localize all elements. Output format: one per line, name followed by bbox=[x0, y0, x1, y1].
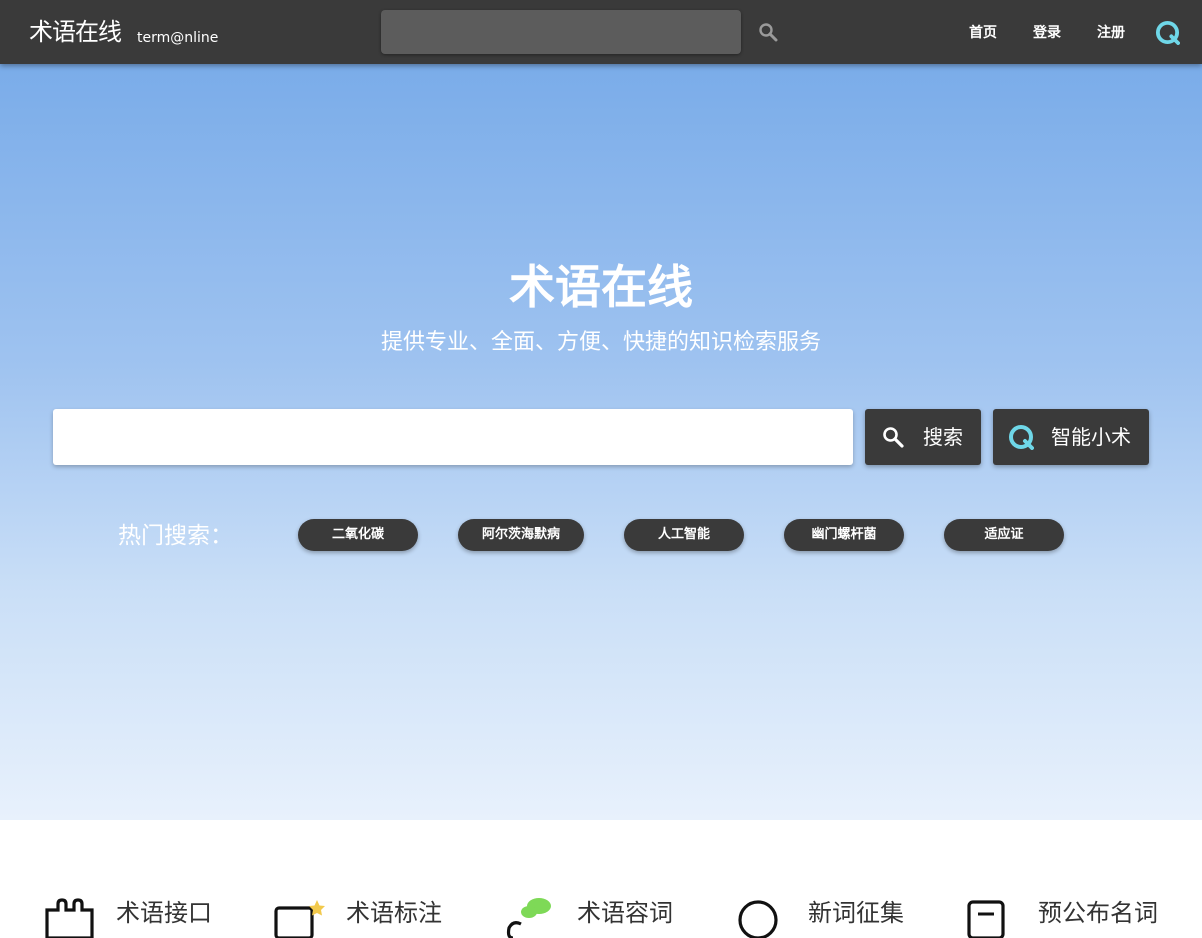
search-icon bbox=[883, 427, 904, 448]
hero-title: 术语在线 bbox=[509, 260, 693, 314]
feature-label: 新词征集 bbox=[808, 899, 904, 927]
nav-link-register[interactable]: 注册 bbox=[1097, 24, 1125, 42]
hot-search-label: 热门搜索： bbox=[118, 523, 233, 549]
cloud-icon bbox=[506, 898, 551, 938]
hero-subtitle: 提供专业、全面、方便、快捷的知识检索服务 bbox=[380, 330, 821, 355]
hot-tag[interactable]: 人工智能 bbox=[624, 519, 744, 551]
hot-tag[interactable]: 二氧化碳 bbox=[298, 519, 418, 551]
navbar-search-input[interactable] bbox=[381, 10, 741, 54]
hot-tag[interactable]: 适应证 bbox=[944, 519, 1064, 551]
search-button-label: 搜索 bbox=[923, 425, 963, 449]
hero-section: 术语在线 提供专业、全面、方便、快捷的知识检索服务 搜索 智能小术 热门搜索： … bbox=[0, 64, 1202, 820]
site-logo-english[interactable]: term@nline bbox=[137, 29, 218, 47]
feature-label: 术语标注 bbox=[346, 899, 442, 927]
ai-assistant-icon bbox=[1009, 425, 1034, 450]
nav-link-login[interactable]: 登录 bbox=[1033, 24, 1061, 42]
puzzle-icon bbox=[45, 898, 94, 938]
hot-tag[interactable]: 幽门螺杆菌 bbox=[784, 519, 904, 551]
feature-label: 术语接口 bbox=[116, 899, 212, 927]
document-icon bbox=[967, 900, 1005, 938]
features-section: 术语接口 术语标注 术语容词 新词征集 预公布名词 bbox=[0, 820, 1202, 938]
hot-tag[interactable]: 阿尔茨海默病 bbox=[458, 519, 584, 551]
circle-icon bbox=[738, 900, 778, 938]
search-button[interactable]: 搜索 bbox=[865, 409, 981, 465]
top-navbar: 术语在线 term@nline 首页 登录 注册 bbox=[0, 0, 1202, 64]
search-icon[interactable] bbox=[758, 22, 778, 42]
ai-assistant-icon[interactable] bbox=[1155, 20, 1180, 45]
feature-label: 预公布名词 bbox=[1038, 899, 1158, 927]
ai-assistant-button-label: 智能小术 bbox=[1051, 425, 1131, 449]
annotate-icon bbox=[274, 900, 325, 938]
ai-assistant-button[interactable]: 智能小术 bbox=[993, 409, 1149, 465]
main-search-input[interactable] bbox=[53, 409, 853, 465]
feature-label: 术语容词 bbox=[577, 899, 673, 927]
site-logo[interactable]: 术语在线 bbox=[29, 17, 122, 47]
nav-link-home[interactable]: 首页 bbox=[969, 24, 997, 42]
